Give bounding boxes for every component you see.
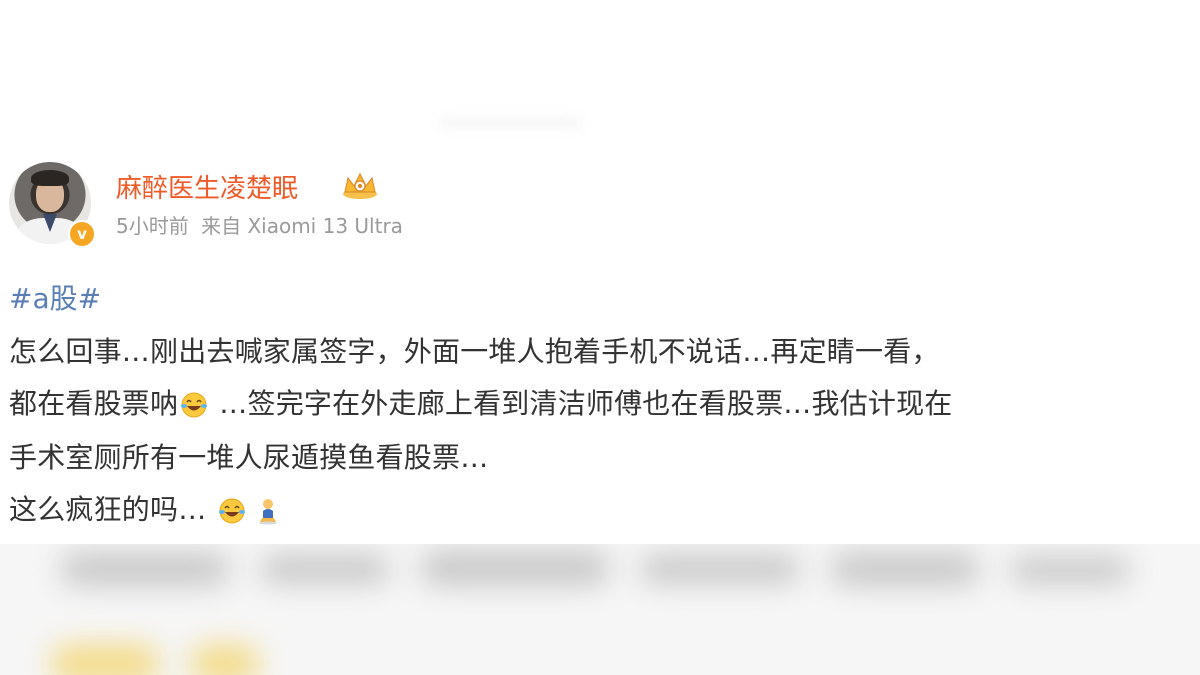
crown-icon <box>343 172 377 199</box>
laughing-tears-emoji-icon <box>181 392 208 418</box>
blurred-shape <box>190 644 260 675</box>
weibo-post: v 麻醉医生凌楚眠 5小时前 来自 Xiaomi 13 Ultra #a股# 怎… <box>0 150 1200 544</box>
hashtag-link[interactable]: #a股# <box>9 277 101 317</box>
post-text-segment: 都在看股票呐 <box>9 387 179 420</box>
blurred-shape <box>1010 556 1130 584</box>
post-source-device: Xiaomi 13 Ultra <box>247 214 403 238</box>
avatar-hair <box>31 170 69 186</box>
blurred-shape <box>640 554 800 584</box>
username-link[interactable]: 麻醉医生凌楚眠 <box>116 168 298 205</box>
blurred-shape <box>260 554 390 584</box>
post-text-segment: 这么疯狂的吗… <box>9 493 207 526</box>
post-text-line: 怎么回事…刚出去喊家属签字，外面一堆人抱着手机不说话…再定睛一看， <box>9 335 940 368</box>
post-text-line: 这么疯狂的吗… <box>9 488 284 528</box>
post-time: 5小时前 <box>116 214 189 238</box>
blurred-comments-area <box>0 544 1200 675</box>
blurred-shape <box>60 552 230 586</box>
post-text-line: 都在看股票呐 …签完字在外走廊上看到清洁师傅也在看股票…我估计现在 <box>9 382 953 422</box>
blurred-shape <box>420 550 610 586</box>
post-source-prefix: 来自 <box>201 214 242 238</box>
blurred-remnant <box>440 118 580 128</box>
post-text-line: 手术室厕所有一堆人尿遁摸鱼看股票… <box>9 441 489 474</box>
screenshot-frame: v 麻醉医生凌楚眠 5小时前 来自 Xiaomi 13 Ultra #a股# 怎… <box>0 0 1200 675</box>
post-text-segment: …签完字在外走廊上看到清洁师傅也在看股票…我估计现在 <box>210 387 953 420</box>
blurred-shape <box>830 552 980 586</box>
laughing-tears-emoji-icon <box>219 498 246 524</box>
verified-badge-icon: v <box>68 220 96 248</box>
post-meta: 5小时前 来自 Xiaomi 13 Ultra <box>116 210 403 239</box>
kneeling-figure-emoji-icon <box>259 499 278 525</box>
blurred-shape <box>50 644 160 675</box>
